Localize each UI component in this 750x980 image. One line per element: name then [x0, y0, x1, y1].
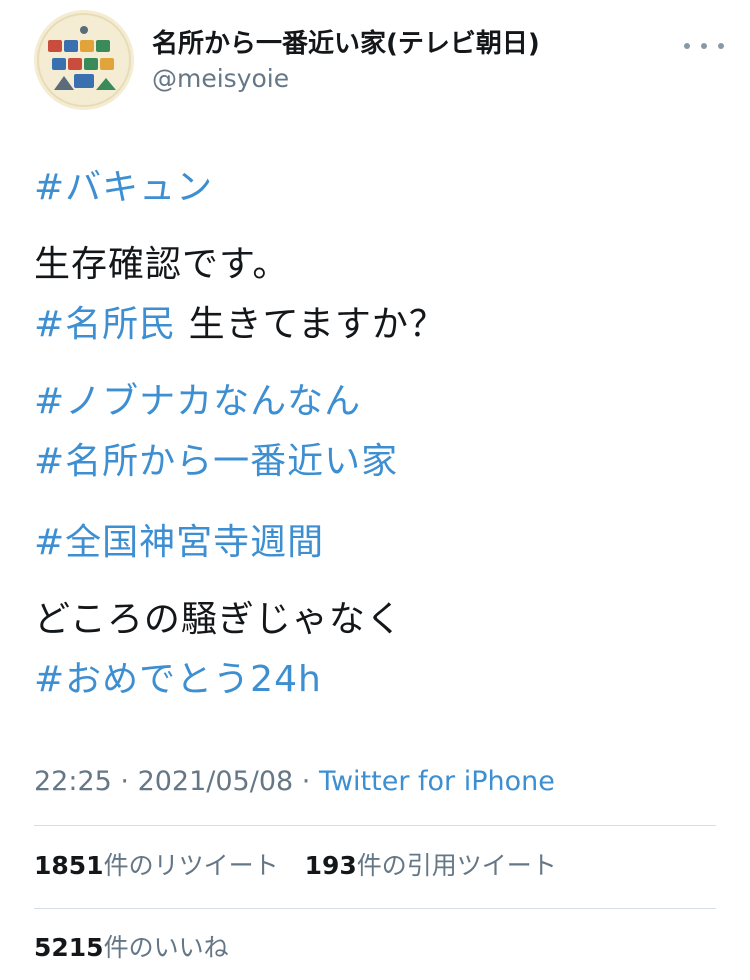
- hashtag-link[interactable]: #名所民: [34, 304, 176, 345]
- hashtag-link[interactable]: #ノブナカなんなん: [34, 381, 361, 422]
- tweet-text-line: どころの騒ぎじゃなく: [34, 599, 403, 640]
- tweet-paragraph: #バキュン: [34, 158, 724, 218]
- tweet-source-link[interactable]: Twitter for iPhone: [319, 766, 555, 797]
- retweet-label: 件のリツイート: [103, 851, 279, 880]
- hashtag-link[interactable]: #名所から一番近い家: [34, 441, 398, 482]
- like-stats-row: 5215件のいいね: [34, 928, 247, 968]
- handle[interactable]: @meisyoie: [152, 62, 540, 96]
- tweet-header: 名所から一番近い家(テレビ朝日) @meisyoie: [34, 10, 724, 120]
- tweet-text: #バキュン 生存確認です。 #名所民 生きてますか？ #ノブナカなんなん #名所…: [34, 158, 724, 710]
- tweet-text-line: 生きてますか？: [176, 304, 446, 345]
- hashtag-link[interactable]: #バキュン: [34, 167, 213, 208]
- more-icon[interactable]: [684, 36, 724, 56]
- retweet-stats-row: 1851件のリツイート 193件の引用ツイート: [34, 846, 575, 886]
- quote-count-link[interactable]: 193件の引用ツイート: [305, 846, 557, 886]
- avatar-logo-icon: [34, 10, 134, 110]
- user-info[interactable]: 名所から一番近い家(テレビ朝日) @meisyoie: [152, 28, 540, 96]
- hashtag-link[interactable]: #全国神宮寺週間: [34, 522, 324, 563]
- like-label: 件のいいね: [103, 933, 229, 962]
- avatar[interactable]: [34, 10, 134, 110]
- meta-separator: ·: [293, 766, 319, 797]
- divider: [34, 825, 716, 826]
- tweet-date[interactable]: 2021/05/08: [138, 766, 294, 797]
- tweet-paragraph: #ノブナカなんなん #名所から一番近い家: [34, 372, 724, 492]
- tweet-paragraph: 生存確認です。 #名所民 生きてますか？: [34, 235, 724, 355]
- tweet-paragraph: どころの騒ぎじゃなく #おめでとう24h: [34, 590, 724, 710]
- display-name[interactable]: 名所から一番近い家(テレビ朝日): [152, 28, 540, 60]
- like-count-link[interactable]: 5215件のいいね: [34, 928, 229, 968]
- retweet-count: 1851: [34, 851, 104, 880]
- hashtag-link[interactable]: #おめでとう24h: [34, 659, 322, 700]
- quote-label: 件の引用ツイート: [356, 851, 557, 880]
- more-dot: [684, 43, 690, 49]
- quote-count: 193: [304, 851, 357, 880]
- tweet-time[interactable]: 22:25: [34, 766, 112, 797]
- retweet-count-link[interactable]: 1851件のリツイート: [34, 846, 279, 886]
- tweet-meta: 22:25 · 2021/05/08 · Twitter for iPhone: [34, 760, 555, 804]
- like-count: 5215: [34, 933, 104, 962]
- tweet-paragraph: #全国神宮寺週間: [34, 513, 724, 573]
- divider: [34, 908, 716, 909]
- more-dot: [701, 43, 707, 49]
- meta-separator: ·: [111, 766, 138, 797]
- more-dot: [718, 43, 724, 49]
- tweet-text-line: 生存確認です。: [34, 244, 290, 285]
